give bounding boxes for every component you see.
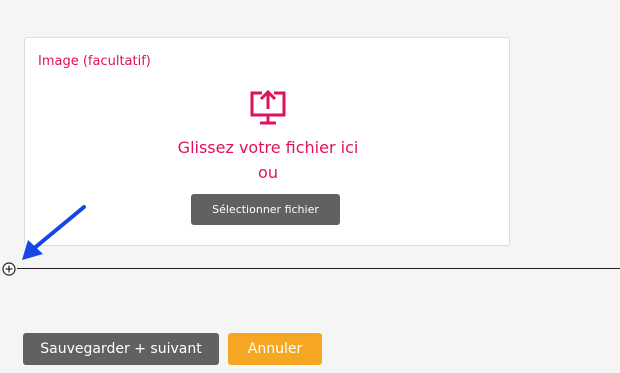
upload-icon [250, 90, 286, 125]
annotation-arrow-icon [22, 205, 86, 260]
divider-line [17, 268, 620, 269]
drop-or-text: ou [258, 163, 278, 182]
save-next-button[interactable]: Sauvegarder + suivant [23, 333, 219, 365]
image-field-label: Image (facultatif) [38, 54, 151, 69]
image-upload-dropzone[interactable]: Image (facultatif) Glissez votre fichier… [24, 37, 510, 246]
drop-instruction: Glissez votre fichier ici [177, 138, 359, 157]
cancel-button[interactable]: Annuler [228, 333, 322, 365]
select-file-button[interactable]: Sélectionner fichier [191, 194, 340, 225]
circle-plus-icon[interactable] [2, 262, 16, 276]
